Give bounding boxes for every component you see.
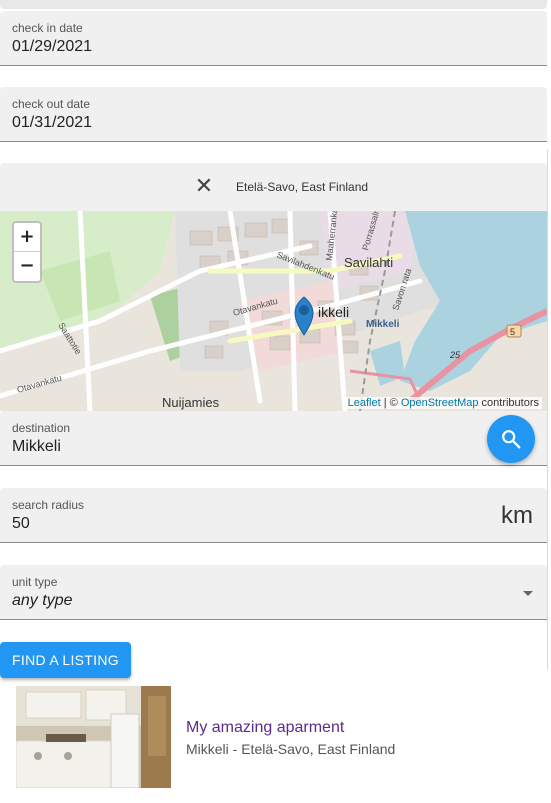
- check-in-date-field[interactable]: check in date 01/29/2021: [0, 11, 547, 66]
- unit-type-value[interactable]: any type: [12, 592, 72, 610]
- map-label-road-5: 5: [510, 327, 515, 337]
- radius-unit: km: [501, 502, 533, 529]
- zoom-in-button[interactable]: +: [14, 223, 40, 252]
- check-in-date-label: check in date: [12, 21, 83, 35]
- top-strip: [0, 0, 547, 9]
- destination-label: destination: [12, 421, 71, 435]
- search-radius-label: search radius: [12, 498, 85, 512]
- leaflet-link[interactable]: Leaflet: [348, 397, 381, 409]
- map[interactable]: Savilahti ikkeli Mikkeli Nuijamies Savil…: [0, 211, 547, 411]
- zoom-out-button[interactable]: −: [14, 252, 40, 281]
- map-region-label: Etelä-Savo, East Finland: [236, 180, 369, 194]
- map-label-mikkeli-station: Mikkeli: [366, 319, 400, 330]
- destination-input[interactable]: Mikkeli: [12, 438, 61, 456]
- map-label-nuijamies: Nuijamies: [162, 395, 220, 410]
- map-label-savilahti: Savilahti: [344, 255, 393, 270]
- zoom-control: + −: [12, 221, 42, 283]
- listing-photo[interactable]: [16, 686, 171, 788]
- map-header: ✕ Etelä-Savo, East Finland: [0, 163, 547, 211]
- check-in-date-value[interactable]: 01/29/2021: [12, 38, 92, 56]
- search-radius-field[interactable]: search radius 50 km: [0, 488, 547, 543]
- search-button[interactable]: [487, 415, 535, 463]
- check-out-date-value[interactable]: 01/31/2021: [12, 114, 92, 132]
- attribution-separator: | ©: [380, 397, 401, 409]
- listing-card[interactable]: My amazing aparment Mikkeli - Etelä-Savo…: [16, 686, 536, 788]
- search-radius-input[interactable]: 50: [12, 515, 30, 533]
- unit-type-label: unit type: [12, 575, 58, 589]
- search-icon: [502, 430, 521, 449]
- osm-link[interactable]: OpenStreetMap: [401, 397, 479, 409]
- attribution-tail: contributors: [478, 397, 539, 409]
- listing-title[interactable]: My amazing aparment: [186, 719, 344, 737]
- divider: [547, 150, 548, 670]
- map-attribution: Leaflet | © OpenStreetMap contributors: [344, 397, 542, 409]
- find-listing-button[interactable]: FIND A LISTING: [0, 642, 131, 678]
- chevron-down-icon[interactable]: [523, 591, 533, 596]
- unit-type-select[interactable]: unit type any type: [0, 565, 547, 620]
- map-tiles: Savilahti ikkeli Mikkeli Nuijamies Savil…: [0, 211, 547, 411]
- close-icon[interactable]: ✕: [193, 175, 215, 197]
- map-label-road-25: 25: [449, 350, 461, 360]
- destination-field[interactable]: destination Mikkeli: [0, 411, 547, 466]
- check-out-date-label: check out date: [12, 97, 91, 111]
- check-out-date-field[interactable]: check out date 01/31/2021: [0, 87, 547, 142]
- listing-location: Mikkeli - Etelä-Savo, East Finland: [186, 741, 396, 757]
- map-label-mikkeli: ikkeli: [318, 304, 349, 320]
